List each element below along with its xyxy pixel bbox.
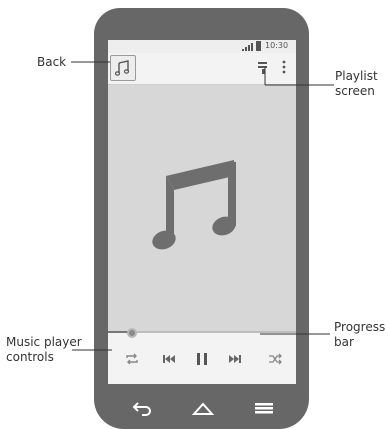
music-note-art-icon: [152, 160, 236, 250]
skip-next-icon: [229, 355, 241, 363]
shuffle-button[interactable]: [266, 350, 284, 368]
callout-progress-line1: Progress: [334, 320, 386, 334]
progress-thumb[interactable]: [127, 328, 137, 338]
callout-controls-line2: controls: [6, 350, 54, 364]
more-vert-icon: [282, 60, 286, 74]
callout-playlist-line1: Playlist: [335, 69, 378, 83]
playlist-icon: [258, 62, 267, 74]
callout-controls-line1: Music player: [6, 335, 82, 349]
nav-back-button[interactable]: [131, 400, 153, 416]
callout-playlist-line2: screen: [335, 84, 375, 98]
shuffle-icon: [269, 353, 282, 365]
repeat-icon: [126, 353, 138, 365]
pause-icon: [197, 353, 207, 365]
skip-previous-icon: [163, 355, 175, 363]
callout-progress-line2: bar: [334, 335, 354, 349]
signal-icon: [242, 43, 254, 51]
previous-button[interactable]: [160, 350, 178, 368]
next-button[interactable]: [226, 350, 244, 368]
battery-icon: [256, 41, 261, 51]
playlist-button[interactable]: [257, 60, 269, 74]
music-note-icon: [114, 60, 130, 76]
back-icon: [132, 402, 151, 416]
status-bar: 10:30: [108, 40, 296, 53]
callout-back: Back: [37, 55, 67, 69]
nav-home-button[interactable]: [192, 400, 214, 416]
nav-menu-button[interactable]: [253, 400, 275, 416]
back-button[interactable]: [110, 55, 136, 81]
pause-button[interactable]: [193, 350, 211, 368]
more-button[interactable]: [280, 60, 288, 74]
menu-icon: [255, 403, 273, 414]
app-bar: [108, 53, 296, 85]
repeat-button[interactable]: [123, 350, 141, 368]
screen: 10:30: [108, 40, 296, 384]
album-art: [148, 148, 244, 254]
home-icon: [192, 402, 214, 415]
status-time: 10:30: [265, 41, 289, 50]
